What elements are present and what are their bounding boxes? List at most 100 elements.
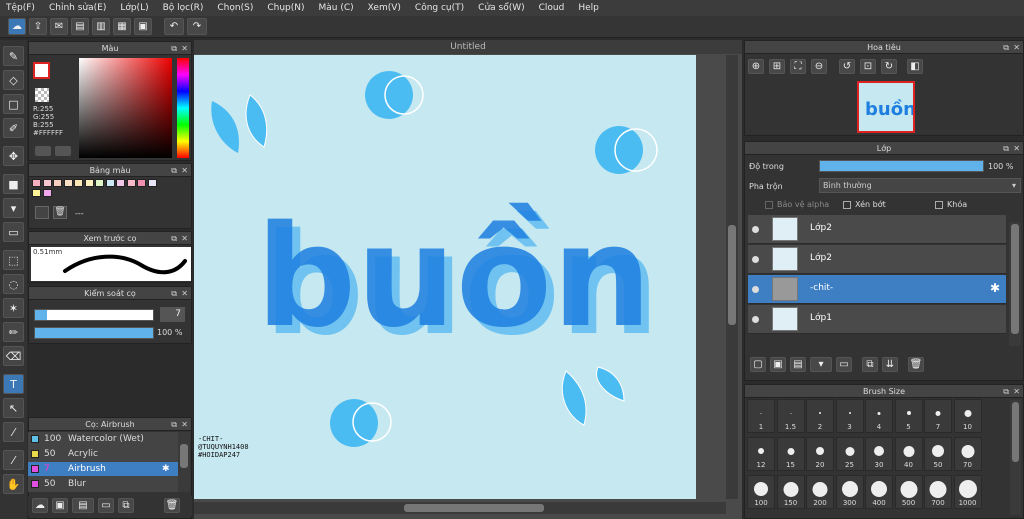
- palette-swatch[interactable]: [42, 189, 52, 197]
- clip-checkbox[interactable]: [843, 201, 851, 209]
- brush-size-cell[interactable]: 20: [806, 437, 834, 471]
- zoom-fit-icon[interactable]: ⊞: [769, 59, 785, 74]
- redo-icon[interactable]: ↷: [187, 18, 207, 35]
- brush-size-cell[interactable]: 12: [747, 437, 775, 471]
- close-icon[interactable]: ✕: [1013, 41, 1020, 54]
- palette-swatch[interactable]: [63, 179, 73, 187]
- alpha-protect-checkbox[interactable]: [765, 201, 773, 209]
- properties-icon[interactable]: ▣: [134, 18, 152, 35]
- drawing-canvas[interactable]: buồn buồn -CHIT- @TUQUYNH1408 #HOIDAP247: [194, 55, 696, 499]
- vertical-scrollbar[interactable]: [726, 55, 738, 499]
- color-swap-button[interactable]: [55, 146, 71, 156]
- layer-row-selected[interactable]: -chit- ✱: [748, 275, 1006, 304]
- palette-swatch[interactable]: [137, 179, 146, 187]
- size-value[interactable]: 7: [160, 307, 185, 322]
- palette-swatch[interactable]: [74, 179, 83, 187]
- brush-size-cell[interactable]: 300: [835, 475, 864, 509]
- menu-file[interactable]: Tệp(F): [6, 3, 35, 13]
- reset-view-icon[interactable]: ⊡: [860, 59, 876, 74]
- gear-icon[interactable]: ✱: [990, 281, 1000, 295]
- layer-row[interactable]: Lớp2: [748, 215, 1006, 244]
- float-icon[interactable]: ⧉: [171, 42, 177, 55]
- float-icon[interactable]: ⧉: [171, 418, 177, 431]
- palette-swatch[interactable]: [53, 179, 62, 187]
- text-tool-icon[interactable]: T: [3, 374, 24, 394]
- brush-size-cell[interactable]: 2: [806, 399, 834, 433]
- close-icon[interactable]: ✕: [1013, 385, 1020, 398]
- brush-options-icon[interactable]: ▤: [72, 498, 94, 513]
- float-icon[interactable]: ⧉: [1003, 385, 1009, 398]
- select-pen-icon[interactable]: ✏: [3, 322, 24, 342]
- brush-size-cell[interactable]: 50: [924, 437, 952, 471]
- rotate-left-icon[interactable]: ↺: [839, 59, 855, 74]
- brush-size-cell[interactable]: 1.5: [776, 399, 805, 433]
- brush-size-cell[interactable]: 15: [776, 437, 805, 471]
- close-icon[interactable]: ✕: [181, 287, 188, 300]
- brush-add-icon[interactable]: ☁: [32, 498, 48, 513]
- select-rect-icon[interactable]: □: [3, 94, 24, 114]
- brush-size-cell[interactable]: 400: [865, 475, 893, 509]
- brush-size-cell[interactable]: 70: [953, 437, 982, 471]
- brush-item[interactable]: 50 Blur: [28, 477, 173, 491]
- hue-slider[interactable]: [177, 58, 189, 158]
- new-layer-icon[interactable]: ▢: [750, 357, 766, 372]
- close-icon[interactable]: ✕: [1013, 142, 1020, 155]
- document-tab[interactable]: Untitled: [194, 40, 742, 54]
- palette-swatch[interactable]: [32, 179, 41, 187]
- eye-icon[interactable]: [752, 226, 759, 233]
- brush-item[interactable]: 50 Acrylic: [28, 447, 173, 461]
- document-icon[interactable]: ▤: [71, 18, 89, 35]
- brush-size-scrollbar[interactable]: [1010, 400, 1021, 515]
- color-mode-button[interactable]: [35, 146, 51, 156]
- save-icon[interactable]: ▥: [92, 18, 110, 35]
- lasso-icon[interactable]: ◌: [3, 274, 24, 294]
- new-palette-icon[interactable]: [35, 206, 49, 219]
- size-slider[interactable]: [34, 309, 154, 321]
- opacity-slider[interactable]: [34, 327, 154, 339]
- palette-swatch[interactable]: [105, 179, 115, 187]
- pen-tool-icon[interactable]: ✐: [3, 118, 24, 138]
- menu-view[interactable]: Xem(V): [368, 3, 401, 13]
- brush-new-icon[interactable]: ▣: [52, 498, 68, 513]
- brush-size-cell[interactable]: 30: [865, 437, 893, 471]
- copy-icon[interactable]: ⧉: [118, 498, 134, 513]
- duplicate-layer-icon[interactable]: ⧉: [862, 357, 878, 372]
- cloud-icon[interactable]: ☁: [8, 18, 26, 35]
- move-tool-icon[interactable]: ✥: [3, 146, 24, 166]
- palette-swatch[interactable]: [42, 179, 52, 187]
- layer-row[interactable]: Lớp2: [748, 245, 1006, 274]
- gear-icon[interactable]: ✱: [162, 462, 170, 476]
- brush-size-cell[interactable]: 700: [924, 475, 952, 509]
- layer-opacity-slider[interactable]: [819, 160, 984, 172]
- float-icon[interactable]: ⧉: [171, 287, 177, 300]
- select-eraser-icon[interactable]: ⌫: [3, 346, 24, 366]
- bucket-icon[interactable]: ▾: [3, 198, 24, 218]
- brush-item-selected[interactable]: 7 Airbrush ✱: [28, 462, 178, 476]
- foreground-color[interactable]: [33, 62, 50, 79]
- fill-rect-icon[interactable]: ■: [3, 174, 24, 194]
- zoom-out-icon[interactable]: ⊖: [811, 59, 827, 74]
- palette-swatch[interactable]: [116, 179, 125, 187]
- fullscreen-icon[interactable]: ⛶: [790, 59, 806, 74]
- palette-swatch[interactable]: [147, 179, 157, 187]
- close-icon[interactable]: ✕: [181, 164, 188, 177]
- menu-help[interactable]: Help: [578, 3, 599, 13]
- folder-icon[interactable]: ▭: [836, 357, 852, 372]
- eyedropper-icon[interactable]: ⁄: [3, 422, 24, 442]
- brush-size-cell[interactable]: 100: [747, 475, 775, 509]
- navigator-thumbnail[interactable]: buồn: [857, 81, 916, 133]
- undo-icon[interactable]: ↶: [164, 18, 184, 35]
- blend-mode-select[interactable]: Bình thường ▾: [819, 178, 1021, 193]
- brush-size-cell[interactable]: 7: [924, 399, 952, 433]
- trash-icon[interactable]: 🗑: [164, 498, 180, 513]
- brush-size-cell[interactable]: 3: [835, 399, 864, 433]
- menu-select[interactable]: Chọn(S): [217, 3, 253, 13]
- hand-tool-icon[interactable]: ✋: [3, 474, 24, 494]
- comment-icon[interactable]: ✉: [50, 18, 68, 35]
- brush-list-scrollbar[interactable]: [178, 432, 190, 492]
- brush-size-cell[interactable]: 1000: [953, 475, 982, 509]
- menu-layer[interactable]: Lớp(L): [120, 3, 148, 13]
- layer-scrollbar[interactable]: [1009, 222, 1021, 346]
- float-icon[interactable]: ⧉: [1003, 142, 1009, 155]
- palette-swatch[interactable]: [126, 179, 136, 187]
